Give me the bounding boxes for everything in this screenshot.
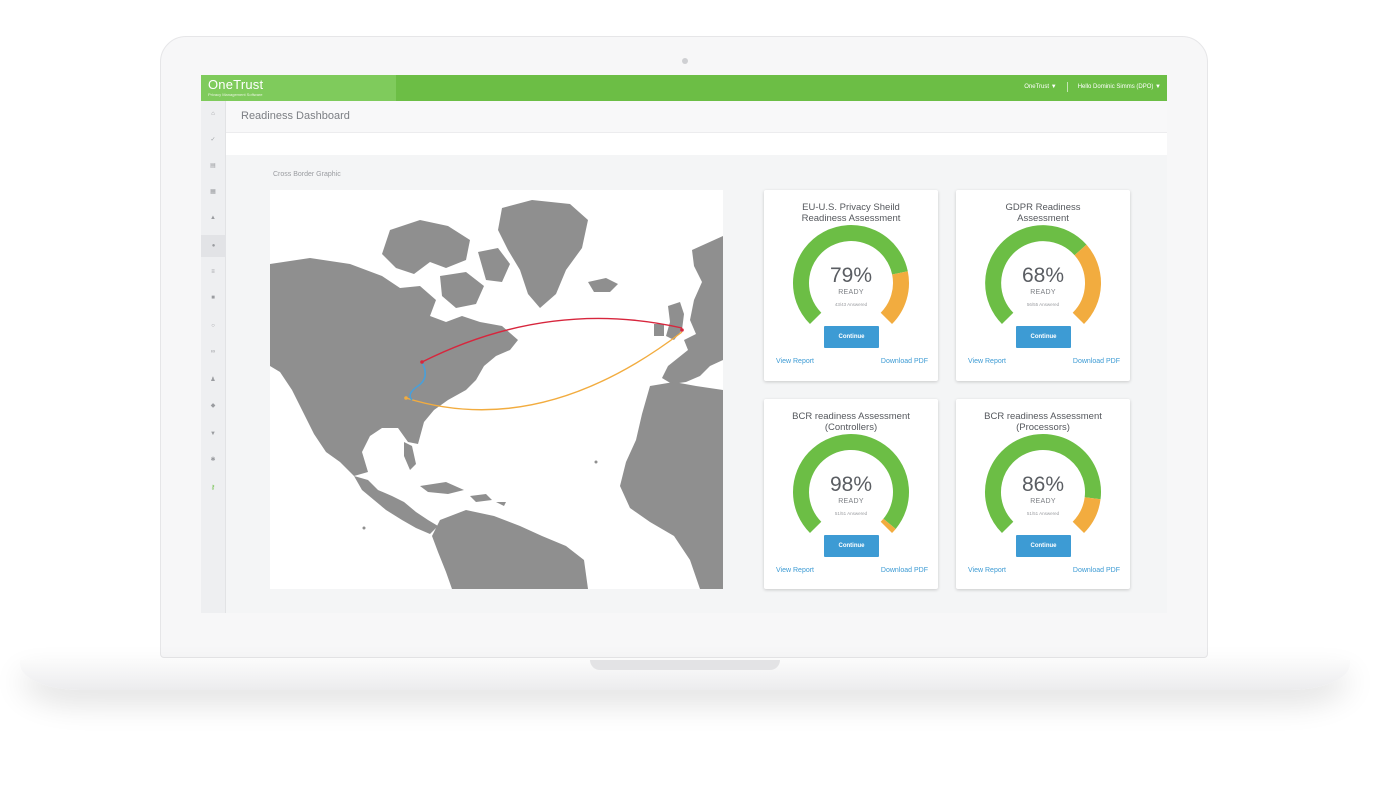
answered-count: 56/55 Answered	[1026, 302, 1060, 307]
clock-icon[interactable]: ○	[208, 321, 218, 331]
screen: OneTrust Privacy Management Software One…	[201, 75, 1167, 613]
user-menu-label: Hello Dominic Simms (DPO)	[1077, 84, 1154, 90]
view-report-link[interactable]: View Report	[776, 567, 814, 574]
answered-count: 51/51 Answered	[1026, 511, 1060, 516]
brand-subtitle: Privacy Management Software	[208, 92, 263, 97]
top-bar: OneTrust Privacy Management Software One…	[201, 75, 1167, 101]
card-title-line1: BCR readiness Assessment	[792, 411, 910, 422]
continue-button[interactable]: Continue	[1016, 535, 1071, 557]
nav-divider	[1066, 82, 1068, 92]
chevron-down-icon: ▼	[1050, 84, 1057, 90]
page-title: Readiness Dashboard	[241, 110, 350, 122]
org-selector[interactable]: OneTrust ▼	[1024, 84, 1056, 90]
ready-label: READY	[1030, 289, 1056, 296]
location-marker-new-york[interactable]	[420, 360, 424, 364]
answered-count: 43/43 Answered	[834, 302, 868, 307]
readiness-percent: 68%	[1021, 264, 1065, 287]
laptop-notch	[590, 660, 780, 670]
download-pdf-link[interactable]: Download PDF	[1073, 358, 1120, 365]
shield-icon[interactable]: ◆	[208, 401, 218, 411]
card-title-line2: Readiness Assessment	[801, 213, 901, 224]
card-title-line1: EU-U.S. Privacy Sheild	[802, 202, 900, 213]
card-title-line2: (Controllers)	[824, 422, 878, 433]
card-title-line2: Assessment	[1017, 213, 1069, 224]
sidebar: ⌂ ✓ ▤ ▦ ▲ ● ≡ ■ ○ ∞ ♟ ◆ ▼ ✱ ⚷	[201, 101, 226, 613]
filter-icon[interactable]: ▼	[208, 429, 218, 439]
answered-count: 51/51 Answered	[834, 511, 868, 516]
continue-button[interactable]: Continue	[824, 535, 879, 557]
map-land-cape-verde	[594, 460, 598, 464]
gauge-remaining-segment	[880, 518, 896, 534]
page-header: Readiness Dashboard	[226, 101, 1167, 133]
brand-logo[interactable]: OneTrust	[208, 77, 263, 92]
key-icon[interactable]: ⚷	[208, 483, 218, 493]
card-title: BCR readiness Assessment (Processors)	[956, 411, 1130, 433]
assessment-card-privacy-shield: EU-U.S. Privacy Sheild Readiness Assessm…	[764, 190, 938, 381]
user-menu[interactable]: Hello Dominic Simms (DPO) ▼	[1078, 84, 1161, 90]
location-marker-london[interactable]	[680, 328, 684, 332]
card-title-line1: BCR readiness Assessment	[984, 411, 1102, 422]
top-nav: OneTrust ▼ Hello Dominic Simms (DPO) ▼	[1024, 82, 1161, 92]
readiness-percent: 79%	[829, 264, 873, 287]
briefcase-icon[interactable]: ■	[208, 293, 218, 303]
card-title-line1: GDPR Readiness	[1005, 202, 1081, 213]
ready-label: READY	[1030, 498, 1056, 505]
readiness-percent: 98%	[829, 473, 873, 496]
readiness-percent: 86%	[1021, 473, 1065, 496]
continue-button[interactable]: Continue	[1016, 326, 1071, 348]
ready-label: READY	[838, 289, 864, 296]
download-pdf-link[interactable]: Download PDF	[1073, 567, 1120, 574]
download-pdf-link[interactable]: Download PDF	[881, 567, 928, 574]
gear-icon[interactable]: ✱	[208, 455, 218, 465]
card-title: BCR readiness Assessment (Controllers)	[764, 411, 938, 433]
toolbar-strip	[226, 133, 1167, 155]
card-title-line2: (Processors)	[1016, 422, 1070, 433]
grid-icon[interactable]: ▦	[208, 187, 218, 197]
link-icon[interactable]: ∞	[208, 347, 218, 357]
building-icon[interactable]: ▲	[208, 213, 218, 223]
org-selector-label: OneTrust	[1024, 84, 1050, 90]
document-icon[interactable]: ▤	[208, 161, 218, 171]
view-report-link[interactable]: View Report	[968, 567, 1006, 574]
home-icon[interactable]: ⌂	[208, 109, 218, 119]
card-title: EU-U.S. Privacy Sheild Readiness Assessm…	[764, 202, 938, 224]
view-report-link[interactable]: View Report	[776, 358, 814, 365]
assessment-card-gdpr: GDPR Readiness Assessment 68% READY 56/5…	[956, 190, 1130, 381]
globe-icon[interactable]: ●	[201, 235, 226, 257]
download-pdf-link[interactable]: Download PDF	[881, 358, 928, 365]
continue-button[interactable]: Continue	[824, 326, 879, 348]
cross-border-map[interactable]	[270, 190, 723, 589]
list-icon[interactable]: ≡	[208, 267, 218, 277]
card-title: GDPR Readiness Assessment	[956, 202, 1130, 224]
ready-label: READY	[838, 498, 864, 505]
assessment-card-bcr-controllers: BCR readiness Assessment (Controllers) 9…	[764, 399, 938, 589]
map-land-galapagos	[362, 526, 366, 530]
check-icon[interactable]: ✓	[208, 135, 218, 145]
camera-icon	[682, 58, 688, 64]
user-icon[interactable]: ♟	[208, 375, 218, 385]
chevron-down-icon: ▼	[1155, 84, 1161, 90]
location-marker-atlanta[interactable]	[404, 396, 408, 400]
view-report-link[interactable]: View Report	[968, 358, 1006, 365]
assessment-card-bcr-processors: BCR readiness Assessment (Processors) 86…	[956, 399, 1130, 589]
section-label: Cross Border Graphic	[273, 171, 341, 178]
